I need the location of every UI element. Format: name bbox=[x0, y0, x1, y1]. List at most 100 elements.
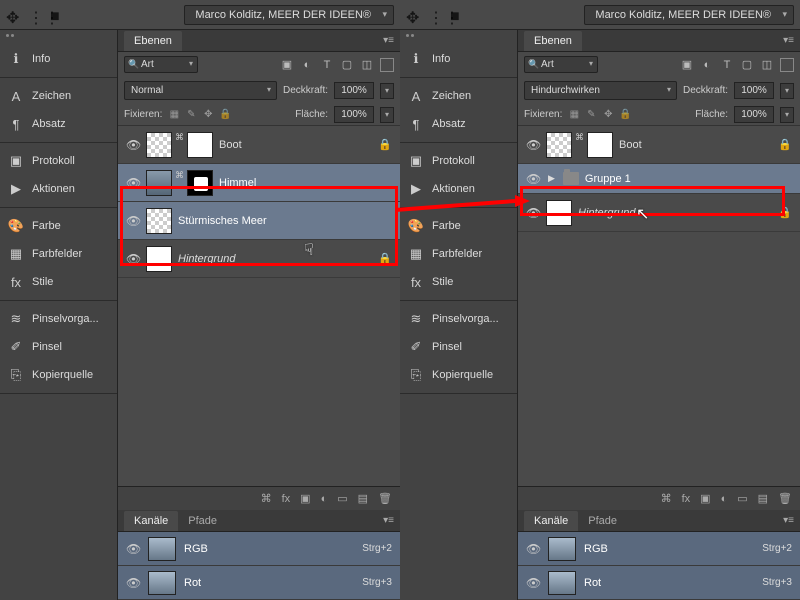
filter-type-icon[interactable]: T bbox=[720, 58, 734, 72]
workspace-select[interactable]: Marco Kolditz, MEER DER IDEEN® bbox=[184, 5, 394, 25]
sidebar-item-stile[interactable]: fxStile bbox=[0, 268, 117, 296]
mask-add-icon[interactable]: ▣ bbox=[300, 492, 310, 505]
visibility-icon[interactable]: 👁 bbox=[126, 176, 140, 190]
filter-adjust-icon[interactable]: ◐ bbox=[300, 58, 314, 72]
camera-icon[interactable]: ■ bbox=[50, 8, 64, 22]
opacity-dropdown[interactable]: ▾ bbox=[380, 83, 394, 99]
layer-thumb[interactable] bbox=[146, 208, 172, 234]
visibility-icon[interactable]: 👁 bbox=[526, 206, 540, 220]
panel-menu-icon[interactable]: ▾≡ bbox=[783, 35, 794, 46]
new-layer-icon[interactable]: ▤ bbox=[758, 492, 768, 505]
lock-brush-icon[interactable]: ✎ bbox=[185, 109, 197, 121]
layer-row[interactable]: 👁 Stürmisches Meer bbox=[118, 202, 400, 240]
layer-row[interactable]: 👁 Hintergrund 🔒 bbox=[118, 240, 400, 278]
filter-pixel-icon[interactable]: ▣ bbox=[680, 58, 694, 72]
panel-menu-icon[interactable]: ▾≡ bbox=[383, 35, 394, 46]
workspace-select[interactable]: Marco Kolditz, MEER DER IDEEN® bbox=[584, 5, 794, 25]
opacity-dropdown[interactable]: ▾ bbox=[780, 83, 794, 99]
layer-name[interactable]: Stürmisches Meer bbox=[178, 215, 392, 227]
layer-thumb[interactable] bbox=[146, 246, 172, 272]
mask-add-icon[interactable]: ▣ bbox=[700, 492, 710, 505]
visibility-icon[interactable]: 👁 bbox=[526, 138, 540, 152]
sidebar-item-aktionen[interactable]: ▶Aktionen bbox=[400, 175, 517, 203]
sidebar-item-protokoll[interactable]: ▣Protokoll bbox=[0, 147, 117, 175]
sidebar-item-zeichen[interactable]: AZeichen bbox=[0, 82, 117, 110]
disclosure-icon[interactable]: ▶ bbox=[548, 173, 555, 184]
filter-toggle[interactable] bbox=[380, 58, 394, 72]
lock-transparent-icon[interactable]: ▦ bbox=[568, 109, 580, 121]
layer-group-row[interactable]: 👁 ▶ Gruppe 1 bbox=[518, 164, 800, 194]
visibility-icon[interactable]: 👁 bbox=[526, 576, 540, 590]
layer-name[interactable]: Himmel bbox=[219, 177, 392, 189]
filter-pixel-icon[interactable]: ▣ bbox=[280, 58, 294, 72]
visibility-icon[interactable]: 👁 bbox=[526, 542, 540, 556]
filter-type-select[interactable]: Art bbox=[524, 56, 598, 73]
lock-move-icon[interactable]: ✥ bbox=[202, 109, 214, 121]
layer-row[interactable]: 👁 ⌘ Boot 🔒 bbox=[518, 126, 800, 164]
filter-smart-icon[interactable]: ◫ bbox=[360, 58, 374, 72]
lock-all-icon[interactable]: 🔒 bbox=[219, 109, 231, 121]
blend-mode-select[interactable]: Hindurchwirken bbox=[524, 81, 677, 100]
sidebar-item-stile[interactable]: fxStile bbox=[400, 268, 517, 296]
layer-name[interactable]: Boot bbox=[219, 139, 372, 151]
visibility-icon[interactable]: 👁 bbox=[126, 252, 140, 266]
fill-dropdown[interactable]: ▾ bbox=[380, 107, 394, 123]
lock-icon[interactable]: 🔒 bbox=[778, 138, 792, 151]
layer-thumb[interactable] bbox=[546, 132, 572, 158]
channel-row[interactable]: 👁RGBStrg+2 bbox=[518, 532, 800, 566]
filter-shape-icon[interactable]: ▢ bbox=[740, 58, 754, 72]
layer-name[interactable]: Hintergrund bbox=[578, 207, 772, 219]
options-icon[interactable]: ⋮⋮ bbox=[28, 8, 42, 22]
filter-adjust-icon[interactable]: ◐ bbox=[700, 58, 714, 72]
sidebar-item-kopierquelle[interactable]: ⎘Kopierquelle bbox=[400, 361, 517, 389]
layer-thumb[interactable] bbox=[146, 170, 172, 196]
lock-transparent-icon[interactable]: ▦ bbox=[168, 109, 180, 121]
visibility-icon[interactable]: 👁 bbox=[126, 576, 140, 590]
layer-name[interactable]: Boot bbox=[619, 139, 772, 151]
channel-row[interactable]: 👁RotStrg+3 bbox=[518, 566, 800, 600]
filter-toggle[interactable] bbox=[780, 58, 794, 72]
opacity-value[interactable]: 100% bbox=[334, 82, 374, 99]
fill-dropdown[interactable]: ▾ bbox=[780, 107, 794, 123]
lock-brush-icon[interactable]: ✎ bbox=[585, 109, 597, 121]
mask-thumb[interactable] bbox=[187, 170, 213, 196]
move-icon[interactable]: ✥ bbox=[406, 8, 420, 22]
lock-move-icon[interactable]: ✥ bbox=[602, 109, 614, 121]
visibility-icon[interactable]: 👁 bbox=[126, 138, 140, 152]
sidebar-item-farbe[interactable]: 🎨Farbe bbox=[0, 212, 117, 240]
sidebar-item-pinsel[interactable]: ✐Pinsel bbox=[0, 333, 117, 361]
mask-thumb[interactable] bbox=[587, 132, 613, 158]
filter-type-select[interactable]: Art bbox=[124, 56, 198, 73]
trash-icon[interactable]: 🗑 bbox=[378, 492, 392, 505]
sidebar-item-aktionen[interactable]: ▶Aktionen bbox=[0, 175, 117, 203]
sidebar-item-pinsel[interactable]: ✐Pinsel bbox=[400, 333, 517, 361]
filter-type-icon[interactable]: T bbox=[320, 58, 334, 72]
sidebar-item-farbfelder[interactable]: ▦Farbfelder bbox=[400, 240, 517, 268]
link-layers-icon[interactable]: ⌘ bbox=[661, 492, 672, 505]
camera-icon[interactable]: ■ bbox=[450, 8, 464, 22]
adjustment-icon[interactable]: ◐ bbox=[721, 493, 728, 505]
fill-value[interactable]: 100% bbox=[334, 106, 374, 123]
panel-menu-icon[interactable]: ▾≡ bbox=[783, 515, 794, 526]
sidebar-item-farbe[interactable]: 🎨Farbe bbox=[400, 212, 517, 240]
visibility-icon[interactable]: 👁 bbox=[126, 542, 140, 556]
lock-all-icon[interactable]: 🔒 bbox=[619, 109, 631, 121]
sidebar-item-absatz[interactable]: ¶Absatz bbox=[0, 110, 117, 138]
tab-pfade[interactable]: Pfade bbox=[178, 511, 227, 531]
group-icon[interactable]: ▭ bbox=[737, 492, 747, 505]
channel-row[interactable]: 👁 Rot Strg+3 bbox=[118, 566, 400, 600]
fx-icon[interactable]: fx bbox=[282, 493, 291, 505]
layer-name[interactable]: Hintergrund bbox=[178, 253, 372, 265]
visibility-icon[interactable]: 👁 bbox=[126, 214, 140, 228]
sidebar-item-info[interactable]: ℹInfo bbox=[0, 45, 117, 73]
tab-ebenen[interactable]: Ebenen bbox=[124, 31, 182, 51]
visibility-icon[interactable]: 👁 bbox=[526, 172, 540, 186]
adjustment-icon[interactable]: ◐ bbox=[321, 493, 328, 505]
panel-menu-icon[interactable]: ▾≡ bbox=[383, 515, 394, 526]
blend-mode-select[interactable]: Normal bbox=[124, 81, 277, 100]
sidebar-item-farbfelder[interactable]: ▦Farbfelder bbox=[0, 240, 117, 268]
mask-thumb[interactable] bbox=[187, 132, 213, 158]
tab-pfade[interactable]: Pfade bbox=[578, 511, 627, 531]
sidebar-item-zeichen[interactable]: AZeichen bbox=[400, 82, 517, 110]
sidebar-item-info[interactable]: ℹInfo bbox=[400, 45, 517, 73]
